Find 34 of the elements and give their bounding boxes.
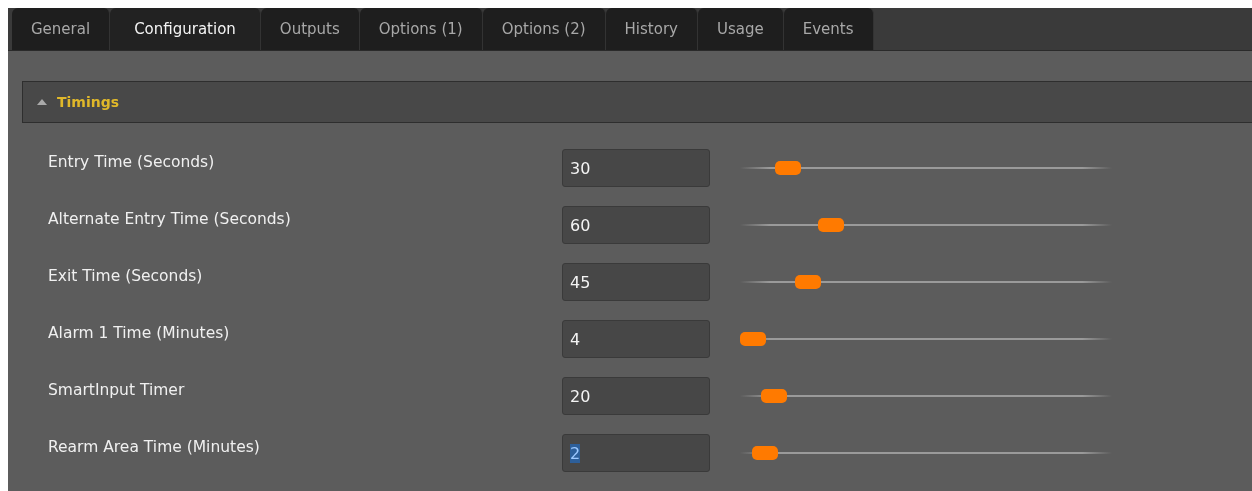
input-field[interactable]: 30 [562,149,710,187]
field-label: Alternate Entry Time (Seconds) [47,210,292,228]
slider[interactable] [740,161,1112,175]
slider[interactable] [740,332,1112,346]
slider-thumb[interactable] [752,446,779,460]
field-label: Exit Time (Seconds) [47,267,204,285]
field-label: Alarm 1 Time (Minutes) [47,324,231,342]
slider-thumb[interactable] [760,389,787,403]
slider[interactable] [740,218,1112,232]
section-title: Timings [57,94,120,110]
slider[interactable] [740,275,1112,289]
slider-thumb[interactable] [795,275,822,289]
slider-thumb[interactable] [774,161,801,175]
section-header[interactable]: Timings [22,81,1252,123]
field-label: SmartInput Timer [47,381,186,399]
slider[interactable] [740,389,1112,403]
tab[interactable]: Usage [697,8,784,50]
input-field[interactable]: 60 [562,206,710,244]
tab[interactable]: Configuration [110,8,261,50]
input-field[interactable]: 20 [562,377,710,415]
tab[interactable]: Options (2) [482,8,606,50]
tab[interactable]: History [605,8,698,50]
tab[interactable]: Outputs [260,8,360,50]
slider-thumb[interactable] [817,218,844,232]
input-field[interactable]: 2 [562,434,710,472]
tab[interactable]: Events [783,8,874,50]
slider[interactable] [740,446,1112,460]
tab[interactable]: General [12,8,111,50]
slider-thumb[interactable] [740,332,766,346]
input-field[interactable]: 4 [562,320,710,358]
tab[interactable]: Options (1) [359,8,483,50]
field-label: Rearm Area Time (Minutes) [47,438,261,456]
field-label: Entry Time (Seconds) [47,153,216,171]
input-field[interactable]: 45 [562,263,710,301]
